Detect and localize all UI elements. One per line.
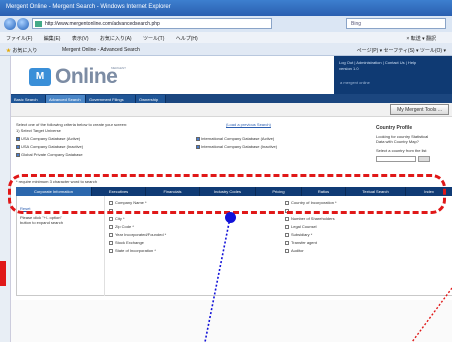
country-go-button[interactable] <box>418 156 430 162</box>
field-subsidiary[interactable]: Subsidiary * <box>285 232 312 237</box>
option-label: International Company Database (Active) <box>201 136 275 141</box>
field-state-of-incorporation[interactable]: State of Incorporation * <box>109 248 156 253</box>
address-input[interactable]: http://www.mergentonline.com/advancedsea… <box>32 18 272 29</box>
form-instructions: Select one of the following criteria bel… <box>16 122 127 134</box>
checkbox[interactable] <box>16 136 20 141</box>
option-label: USA Company Database (Active) <box>21 136 81 141</box>
toolbar-row: My Mergent Tools ... <box>11 103 452 117</box>
profile-text-3: Select a country from the list <box>376 147 427 153</box>
field-label: Number of Shareholders <box>291 216 335 221</box>
main-nav: Basic Search Advanced Search Government … <box>11 94 452 103</box>
screenshot: Mergent Online - Mergent Search - Window… <box>0 0 452 342</box>
tab-advanced-search[interactable]: Advanced Search <box>46 95 86 103</box>
field-zip-code[interactable]: Zip Code * <box>109 224 134 229</box>
checkbox[interactable] <box>16 152 20 157</box>
profile-title: Country Profile <box>376 125 413 131</box>
back-icon[interactable] <box>4 18 16 30</box>
address-text: http://www.mergentonline.com/advancedsea… <box>45 21 160 27</box>
expand-toggle[interactable] <box>109 232 113 237</box>
field-number-of-shareholders[interactable]: Number of Shareholders <box>285 216 335 221</box>
favorites-button[interactable]: お気に入り <box>12 48 37 54</box>
field-label: State of Incorporation * <box>115 248 156 253</box>
instruction-line-2: 1) Select Target Universe <box>16 128 61 133</box>
expand-toggle[interactable] <box>109 224 113 229</box>
expand-toggle[interactable] <box>109 240 113 245</box>
country-select[interactable] <box>376 156 416 162</box>
menu-view[interactable]: 表示(V) <box>72 36 89 42</box>
tab-current[interactable]: Mergent Online - Advanced Search <box>62 47 140 53</box>
field-year-incorporated[interactable]: Year Incorporated/Founded * <box>109 232 166 237</box>
field-label: Auditor <box>291 248 304 253</box>
site-icon <box>35 21 42 27</box>
left-red-marker <box>0 261 6 286</box>
star-icon: ★ <box>6 48 12 54</box>
profile-text-2: Data with Country Map? <box>376 139 419 144</box>
menu-edit[interactable]: 編集(E) <box>44 36 61 42</box>
header-links: Log Out | Administration | Contact Us | … <box>334 56 452 94</box>
field-transfer-agent[interactable]: Transfer agent <box>285 240 317 245</box>
window-title: Mergent Online - Mergent Search - Window… <box>0 0 452 16</box>
field-label: Legal Counsel <box>291 224 317 229</box>
expand-toggle[interactable] <box>285 224 289 229</box>
field-label: City * <box>115 216 125 221</box>
command-bar[interactable]: ページ(P) ▾ セーフティ(S) ▾ ツール(O) ▾ <box>357 47 446 54</box>
option-label: International Company Database (Inactive… <box>201 144 278 149</box>
header-version: version 1.0 <box>339 66 359 71</box>
field-label: Subsidiary * <box>291 232 313 237</box>
expand-toggle[interactable] <box>285 240 289 245</box>
option-label: USA Company Database (Inactive) <box>21 144 84 149</box>
option-global-private[interactable]: Global Private Company Database <box>16 152 83 157</box>
field-label: Zip Code * <box>115 224 134 229</box>
field-stock-exchange[interactable]: Stock Exchange <box>109 240 144 245</box>
tab-basic-search[interactable]: Basic Search <box>11 95 46 103</box>
expand-toggle[interactable] <box>109 216 113 221</box>
page-lower-area <box>11 300 452 342</box>
option-usa-inactive[interactable]: USA Company Database (Inactive) <box>16 144 83 149</box>
expand-toggle[interactable] <box>109 248 113 253</box>
checkbox[interactable] <box>196 136 200 141</box>
header-sub: a mergent online <box>340 80 370 85</box>
note-line-2: button to expand search <box>20 220 63 225</box>
checkbox[interactable] <box>16 144 20 149</box>
tab-ownership[interactable]: Ownership <box>136 95 166 103</box>
search-input[interactable]: Bing <box>346 18 446 29</box>
pointer-dot <box>225 212 236 223</box>
field-legal-counsel[interactable]: Legal Counsel <box>285 224 317 229</box>
menu-bar: ファイル(F) 編集(E) 表示(V) お気に入り(A) ツール(T) ヘルプ(… <box>0 32 452 43</box>
option-label: Global Private Company Database <box>21 152 83 157</box>
favorites-bar: ★ お気に入り Mergent Online - Advanced Search… <box>0 43 452 56</box>
tab-government-filings[interactable]: Government Filings <box>86 95 136 103</box>
forward-icon[interactable] <box>17 18 29 30</box>
menu-file[interactable]: ファイル(F) <box>6 36 32 42</box>
expand-toggle[interactable] <box>285 248 289 253</box>
address-bar-row: http://www.mergentonline.com/advancedsea… <box>0 16 452 32</box>
field-auditor[interactable]: Auditor <box>285 248 304 253</box>
field-city[interactable]: City * <box>109 216 125 221</box>
menu-favorites[interactable]: お気に入り(A) <box>100 36 132 42</box>
logo-icon: M <box>29 68 51 86</box>
site-header: M Online MERGENT Log Out | Administratio… <box>11 56 452 94</box>
checkbox[interactable] <box>196 144 200 149</box>
expand-note: Please click "+/- option" button to expa… <box>20 215 63 225</box>
highlight-dashed-box <box>8 174 446 214</box>
logo-text: Online <box>55 65 118 88</box>
expand-toggle[interactable] <box>285 216 289 221</box>
country-profile: Country Profile Looking for country Stat… <box>376 125 451 164</box>
field-label: Transfer agent <box>291 240 317 245</box>
menu-help[interactable]: ヘルプ(H) <box>176 36 198 42</box>
field-label: Year Incorporated/Founded * <box>115 232 167 237</box>
option-intl-inactive[interactable]: International Company Database (Inactive… <box>196 144 277 149</box>
load-previous-search-link[interactable]: (Load a previous Search) <box>226 122 271 127</box>
option-usa-active[interactable]: USA Company Database (Active) <box>16 136 80 141</box>
logo-sup: MERGENT <box>111 66 126 70</box>
field-label: Stock Exchange <box>115 240 144 245</box>
my-tools-button[interactable]: My Mergent Tools ... <box>390 104 449 115</box>
menu-tools[interactable]: ツール(T) <box>143 36 164 42</box>
option-intl-active[interactable]: International Company Database (Active) <box>196 136 274 141</box>
expand-toggle[interactable] <box>285 232 289 237</box>
translate-button[interactable]: × 転送 ▾ 翻訳 <box>406 35 436 42</box>
